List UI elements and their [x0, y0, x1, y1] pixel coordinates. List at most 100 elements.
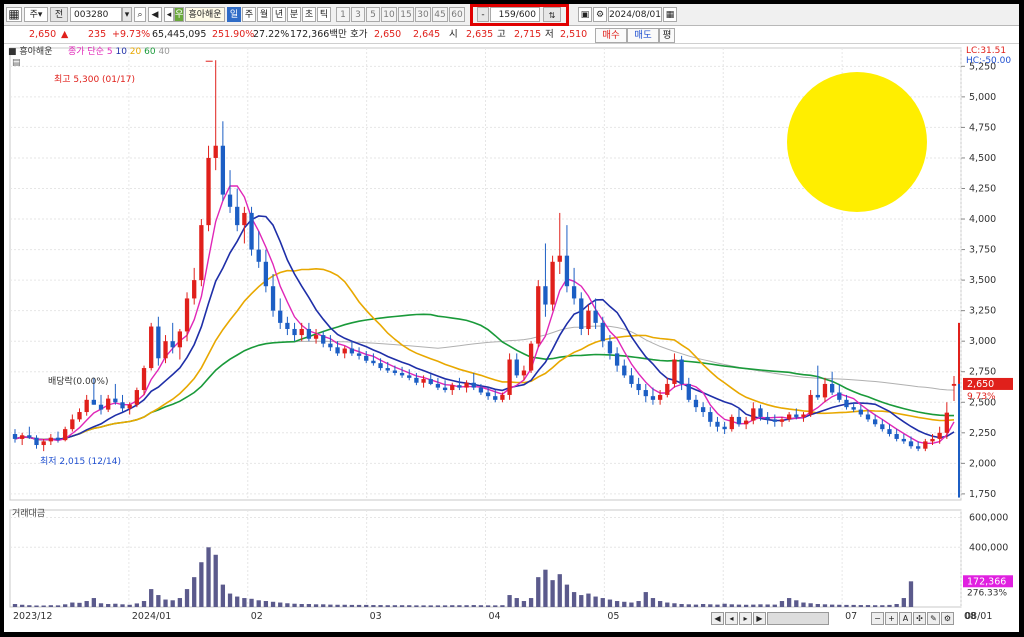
scrollbar[interactable]	[767, 612, 829, 625]
price-tick-label: 3,750	[969, 245, 996, 256]
volume-badge-label: 172,366	[967, 576, 1006, 587]
candle	[414, 377, 419, 383]
candle	[392, 370, 398, 373]
tab-year[interactable]: 년	[272, 7, 286, 22]
legend-ma40: 40	[158, 47, 170, 57]
scroll-last-icon[interactable]: ▶	[753, 612, 766, 625]
interval-3[interactable]: 3	[351, 7, 365, 22]
candle	[521, 370, 527, 376]
interval-1[interactable]: 1	[336, 7, 350, 22]
scroll-next-icon[interactable]: ▸	[739, 612, 752, 625]
volume-bar	[607, 599, 613, 607]
candle	[41, 441, 46, 446]
pen-icon[interactable]: ✎	[927, 612, 940, 625]
buy-button[interactable]: 매수	[595, 28, 627, 43]
quote-low-label: 저	[545, 29, 554, 40]
menu-icon[interactable]: ▦	[6, 7, 22, 22]
volume-bar	[801, 602, 806, 607]
candle	[622, 365, 627, 376]
quote-hoga-label: 호가	[350, 29, 368, 40]
code-dropdown-icon[interactable]: ▾	[122, 7, 132, 22]
date-input[interactable]: 2024/08/01	[608, 7, 662, 22]
candle	[335, 347, 340, 354]
sell-button[interactable]: 매도	[627, 28, 659, 43]
interval-60[interactable]: 60	[449, 7, 465, 22]
speaker-icon[interactable]: ◀	[148, 7, 162, 22]
interval-10[interactable]: 10	[381, 7, 397, 22]
stock-code-input[interactable]: 003280	[70, 7, 122, 22]
volume-bar	[27, 605, 32, 607]
price-chart[interactable]: 5,2505,0004,7504,5004,2504,0003,7503,500…	[4, 44, 1019, 632]
volume-bar	[299, 604, 304, 607]
gear-settings-icon[interactable]: ⚙	[941, 612, 954, 625]
period-select[interactable]: 주▾	[24, 7, 48, 22]
volume-bar	[34, 605, 39, 607]
candle	[91, 399, 96, 405]
volume-bar	[579, 595, 584, 607]
volume-bar	[858, 605, 863, 607]
candle	[736, 416, 742, 425]
candle	[729, 416, 734, 430]
prev-stock-icon[interactable]: ◂	[164, 7, 174, 22]
current-pct-label: 9.73%	[967, 392, 996, 402]
crosshair-icon[interactable]: ✣	[913, 612, 926, 625]
volume-tick-label: 600,000	[969, 512, 1008, 523]
price-tick-label: 4,000	[969, 214, 996, 225]
tab-tick[interactable]: 틱	[317, 7, 331, 22]
interval-5[interactable]: 5	[366, 7, 380, 22]
tab-month[interactable]: 월	[257, 7, 271, 22]
low-annotation: 최저 2,015 (12/14)	[40, 457, 122, 467]
interval-30[interactable]: 30	[415, 7, 431, 22]
up-triangle-icon: ▲	[61, 29, 69, 40]
gear-icon[interactable]: ⚙	[593, 7, 607, 22]
volume-pct-label: 276.33%	[967, 588, 1007, 598]
candle	[665, 383, 670, 395]
volume-bar	[722, 603, 727, 607]
tab-minute[interactable]: 분	[287, 7, 301, 22]
chart-settings-icon[interactable]: ▤	[12, 58, 21, 68]
sun-circle	[787, 72, 927, 212]
search-icon[interactable]: ⌕	[134, 7, 146, 22]
volume-bar	[808, 603, 813, 607]
volume-bar	[765, 604, 770, 607]
interval-45[interactable]: 45	[432, 7, 448, 22]
volume-bar	[478, 605, 484, 607]
tab-second[interactable]: 초	[302, 7, 316, 22]
type-select[interactable]: 전	[50, 7, 68, 22]
price-tick-label: 4,250	[969, 183, 996, 194]
scroll-prev-icon[interactable]: ◂	[725, 612, 738, 625]
scroll-first-icon[interactable]: ◀	[711, 612, 724, 625]
candle	[364, 355, 369, 361]
fit-icon[interactable]: A	[899, 612, 912, 625]
save-icon[interactable]: ▣	[578, 7, 592, 22]
range-highlight-box	[470, 4, 569, 26]
candle	[285, 322, 290, 329]
candle	[851, 407, 856, 410]
candle	[27, 435, 32, 438]
volume-bar	[571, 592, 577, 607]
tab-week[interactable]: 주	[242, 7, 256, 22]
volume-bar	[392, 605, 398, 607]
interval-15[interactable]: 15	[398, 7, 414, 22]
calendar-icon[interactable]: ▦	[663, 7, 677, 22]
volume-bar	[665, 602, 670, 607]
tab-day[interactable]: 일	[227, 7, 241, 22]
zoom-in-icon[interactable]: +	[885, 612, 898, 625]
zoom-out-icon[interactable]: −	[871, 612, 884, 625]
eval-button[interactable]: 평	[659, 28, 675, 43]
candle	[815, 394, 820, 398]
candle	[822, 383, 828, 398]
candle	[134, 390, 140, 405]
volume-bar	[113, 603, 118, 607]
volume-bar	[586, 593, 591, 607]
volume-bar	[693, 604, 699, 607]
candle	[672, 359, 677, 384]
volume-bar	[485, 605, 491, 607]
volume-bar	[428, 605, 433, 607]
candle	[607, 341, 613, 354]
candle	[342, 348, 347, 354]
volume-bar	[794, 600, 799, 607]
candle	[564, 255, 570, 287]
legend-ma: 종가 단순 5 10 20 60 40	[68, 44, 170, 57]
volume-bar	[249, 598, 254, 607]
